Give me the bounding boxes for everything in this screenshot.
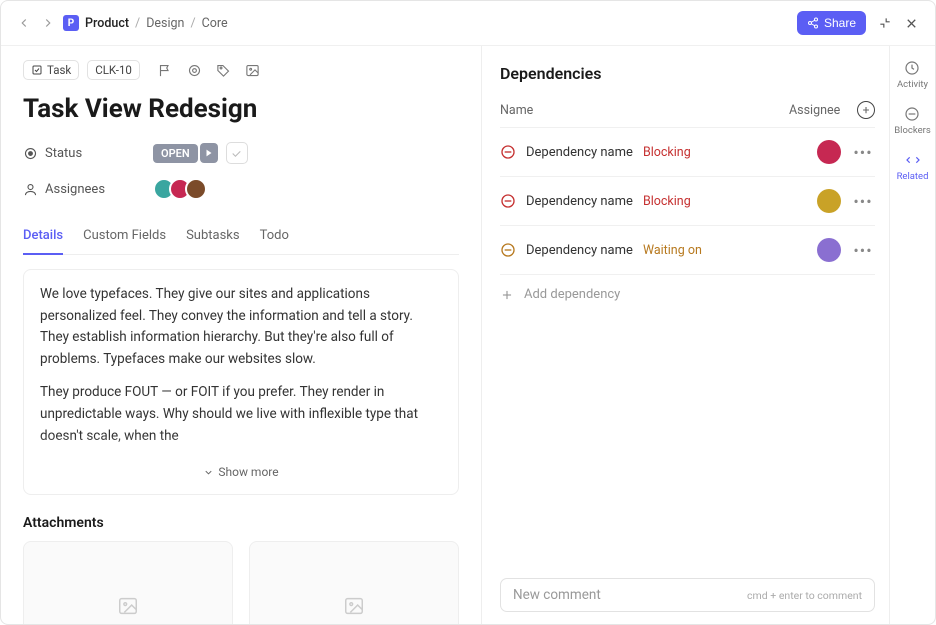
right-rail: Activity Blockers Related: [889, 46, 935, 624]
related-icon: [905, 152, 921, 168]
avatar: [817, 238, 841, 262]
flag-icon[interactable]: [158, 63, 173, 78]
rail-related[interactable]: Related: [897, 152, 929, 182]
status-badge[interactable]: OPEN: [153, 144, 198, 163]
dependencies-heading: Dependencies: [500, 64, 875, 83]
topbar: P Product / Design / Core Share: [1, 1, 935, 46]
tab-subtasks[interactable]: Subtasks: [186, 220, 240, 254]
tab-details[interactable]: Details: [23, 220, 63, 255]
dependency-status: Blocking: [643, 194, 691, 209]
attachments-heading: Attachments: [23, 515, 459, 531]
add-dependency-button[interactable]: Add dependency: [500, 274, 875, 314]
chevron-down-icon: [203, 467, 214, 478]
tabs: Details Custom Fields Subtasks Todo: [23, 220, 459, 255]
tag-icon[interactable]: [216, 63, 231, 78]
attachment-placeholder[interactable]: [23, 541, 233, 624]
dependency-status-icon: [500, 193, 516, 209]
add-dependency-icon[interactable]: +: [857, 101, 875, 119]
status-next-button[interactable]: [200, 143, 218, 163]
status-icon: [23, 146, 38, 161]
image-icon[interactable]: [245, 63, 260, 78]
share-button[interactable]: Share: [797, 11, 866, 35]
more-icon[interactable]: •••: [851, 192, 875, 211]
description-card: We love typefaces. They give our sites a…: [23, 269, 459, 495]
dependencies-pane: Dependencies Name Assignee + Dependency …: [481, 46, 889, 624]
avatar: [185, 178, 207, 200]
assignee-avatars[interactable]: [153, 178, 207, 200]
person-icon: [23, 182, 38, 197]
plus-icon: [500, 288, 514, 302]
col-name-header: Name: [500, 103, 789, 118]
image-placeholder-icon: [117, 595, 139, 617]
dependency-status-icon: [500, 144, 516, 160]
status-row: Status OPEN: [23, 142, 459, 164]
more-icon[interactable]: •••: [851, 241, 875, 260]
crumb-product[interactable]: Product: [85, 16, 129, 31]
crumb-core[interactable]: Core: [202, 16, 228, 31]
dependency-row[interactable]: Dependency name Waiting on •••: [500, 225, 875, 274]
breadcrumb[interactable]: P Product / Design / Core: [63, 15, 228, 31]
more-icon[interactable]: •••: [851, 143, 875, 162]
avatar: [817, 140, 841, 164]
dependency-status: Waiting on: [643, 243, 702, 258]
task-pane: Task CLK-10 Task View Redesign Status OP…: [1, 46, 481, 624]
dependency-row[interactable]: Dependency name Blocking •••: [500, 127, 875, 176]
comment-hint: cmd + enter to comment: [747, 589, 862, 602]
blockers-icon: [904, 106, 920, 122]
target-icon[interactable]: [187, 63, 202, 78]
dependency-status-icon: [500, 242, 516, 258]
avatar: [817, 189, 841, 213]
dependency-status: Blocking: [643, 145, 691, 160]
dependency-name: Dependency name: [526, 194, 633, 209]
close-icon[interactable]: [904, 16, 919, 31]
assignees-row: Assignees: [23, 178, 459, 200]
comment-placeholder: New comment: [513, 587, 747, 603]
share-label: Share: [824, 16, 856, 30]
image-placeholder-icon: [343, 595, 365, 617]
dependency-name: Dependency name: [526, 145, 633, 160]
rail-blockers[interactable]: Blockers: [894, 106, 931, 136]
attachment-placeholder[interactable]: [249, 541, 459, 624]
tab-custom-fields[interactable]: Custom Fields: [83, 220, 166, 254]
crumb-design[interactable]: Design: [146, 16, 184, 31]
activity-icon: [904, 60, 920, 76]
complete-checkbox[interactable]: [226, 142, 248, 164]
comment-input[interactable]: New comment cmd + enter to comment: [500, 578, 875, 612]
dependency-row[interactable]: Dependency name Blocking •••: [500, 176, 875, 225]
nav-back-icon[interactable]: [17, 16, 31, 30]
task-id-pill[interactable]: CLK-10: [87, 60, 140, 80]
rail-activity[interactable]: Activity: [897, 60, 928, 90]
workspace-icon: P: [63, 15, 79, 31]
dependency-name: Dependency name: [526, 243, 633, 258]
description-p1: We love typefaces. They give our sites a…: [40, 284, 442, 370]
task-type-pill[interactable]: Task: [23, 60, 79, 80]
page-title: Task View Redesign: [23, 94, 459, 124]
col-assignee-header: Assignee: [789, 103, 849, 118]
tab-todo[interactable]: Todo: [260, 220, 289, 254]
collapse-icon[interactable]: [878, 16, 892, 30]
nav-forward-icon[interactable]: [41, 16, 55, 30]
